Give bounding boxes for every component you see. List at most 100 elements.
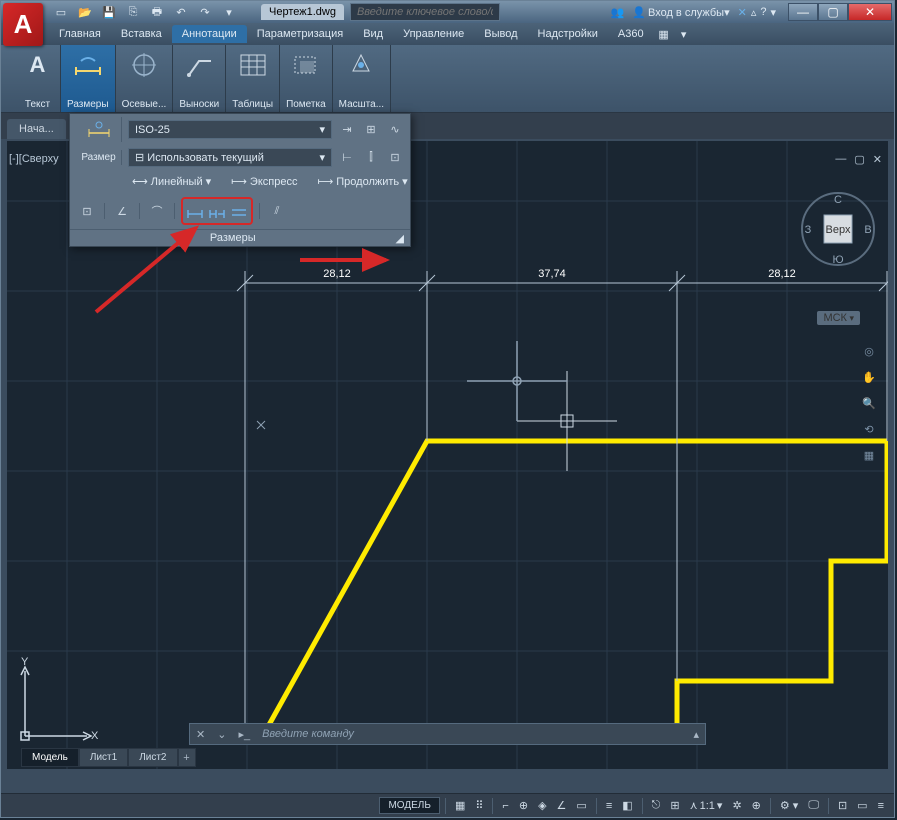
panel-label: Размер	[76, 150, 122, 165]
angle-tool[interactable]: ∠	[111, 200, 133, 222]
tab-a360[interactable]: A360	[608, 25, 654, 43]
ortho-toggle[interactable]: ⌐	[498, 798, 512, 814]
title-bar: ▭ 📂 💾 ⎘ 🖶 ↶ ↷ ▾ Чертеж1.dwg 👥 👤Вход в сл…	[1, 1, 894, 23]
ribbon-centerlines-panel[interactable]: Осевые...	[116, 45, 174, 112]
qat-redo-icon[interactable]: ↷	[193, 3, 217, 21]
search-input[interactable]	[350, 3, 500, 21]
highlighted-tool-group	[181, 197, 253, 225]
workspace-button[interactable]: ⚙ ▾	[776, 797, 802, 814]
viewcube[interactable]: Верх С Ю В З	[800, 191, 876, 267]
cmd-history-icon[interactable]: ▴	[687, 728, 705, 741]
qat-open-icon[interactable]: 📂	[73, 3, 97, 21]
svg-text:Верх: Верх	[826, 224, 851, 236]
ribbon-dimensions-panel[interactable]: Размеры	[61, 45, 116, 112]
tab-parametric[interactable]: Параметризация	[247, 25, 353, 43]
help-dropdown-icon[interactable]: ▾	[770, 6, 776, 19]
tab-expand-icon[interactable]: ▾	[674, 28, 694, 41]
annovis-toggle[interactable]: ✲	[728, 797, 745, 814]
chain-tool[interactable]	[206, 200, 228, 222]
oblique-tool[interactable]: ⫽	[266, 200, 288, 222]
tab-addins[interactable]: Надстройки	[528, 25, 608, 43]
cmd-input: Введите команду	[256, 728, 687, 740]
start-tab[interactable]: Нача...	[7, 119, 66, 139]
cleanscreen-toggle[interactable]: ▭	[853, 797, 871, 814]
infocenter-icon[interactable]: 👥	[611, 6, 625, 19]
dim-break-icon[interactable]: ⊢	[338, 150, 356, 166]
transparency-toggle[interactable]: ◧	[618, 797, 636, 814]
tab-annotate[interactable]: Аннотации	[172, 25, 247, 43]
tab-home[interactable]: Главная	[49, 25, 111, 43]
dim-layer-select[interactable]: ⊟ Использовать текущий▾	[128, 148, 332, 167]
iso-toggle[interactable]: ◈	[534, 797, 550, 814]
nav-showmotion-icon[interactable]: ▦	[859, 445, 879, 465]
maximize-button[interactable]: ▢	[818, 3, 848, 21]
ribbon-scale-panel[interactable]: Масшта...	[333, 45, 391, 112]
ordinate-tool[interactable]: ⊡	[76, 200, 98, 222]
qat-dropdown-icon[interactable]: ▾	[217, 3, 241, 21]
dim-style-select[interactable]: ISO-25▾	[128, 120, 332, 139]
dim-update-icon[interactable]: ⇥	[338, 122, 356, 138]
hardware-icon[interactable]: ⊡	[834, 797, 851, 814]
tab-view[interactable]: Вид	[353, 25, 393, 43]
dim-symbol[interactable]	[76, 117, 122, 142]
document-tab[interactable]: Чертеж1.dwg	[261, 4, 344, 20]
model-tab[interactable]: Модель	[21, 748, 79, 767]
cmd-close-icon[interactable]: ✕	[190, 728, 211, 741]
svg-text:С: С	[834, 194, 842, 206]
layout1-tab[interactable]: Лист1	[79, 748, 128, 767]
cmd-menu-icon[interactable]: ⌄	[211, 728, 232, 741]
qat-saveas-icon[interactable]: ⎘	[121, 3, 145, 21]
dim-toggle-icon[interactable]: ∿	[386, 122, 404, 138]
command-line[interactable]: ✕ ⌄ ▸_ Введите команду ▴	[189, 723, 706, 745]
express-dim-button[interactable]: ⟼ Экспресс	[227, 173, 301, 190]
tab-manage[interactable]: Управление	[393, 25, 474, 43]
arc-tool[interactable]: ⌒	[146, 200, 168, 222]
annoauto-toggle[interactable]: ⊕	[748, 797, 765, 814]
dim-override-icon[interactable]: ⊞	[362, 122, 380, 138]
polar-toggle[interactable]: ⊕	[515, 797, 532, 814]
ribbon-leaders-panel[interactable]: Выноски	[173, 45, 226, 112]
offset-tool[interactable]	[228, 200, 250, 222]
ribbon-markup-panel[interactable]: Пометка	[280, 45, 333, 112]
osnap-toggle[interactable]: ▭	[572, 797, 590, 814]
layout2-tab[interactable]: Лист2	[128, 748, 177, 767]
sc-icon[interactable]: ⎋	[648, 797, 665, 814]
continue-dim-button[interactable]: ⟼ Продолжить ▾	[313, 173, 411, 190]
qat-save-icon[interactable]: 💾	[97, 3, 121, 21]
help-icon[interactable]: ?	[760, 6, 766, 18]
favorites-icon[interactable]: ▵	[751, 6, 757, 19]
tab-featured-icon[interactable]: ▦	[654, 28, 674, 41]
qat-undo-icon[interactable]: ↶	[169, 3, 193, 21]
ribbon-text-panel[interactable]: A Текст	[15, 45, 61, 112]
app-menu-button[interactable]: A	[3, 3, 43, 46]
baseline-tool[interactable]	[184, 200, 206, 222]
nav-pan-icon[interactable]: ✋	[859, 367, 879, 387]
nav-wheel-icon[interactable]: ◎	[859, 341, 879, 361]
snap-toggle[interactable]: ⠿	[471, 797, 487, 814]
tab-insert[interactable]: Вставка	[111, 25, 172, 43]
cycling-toggle[interactable]: ⊞	[666, 797, 683, 814]
nav-zoom-icon[interactable]: 🔍	[859, 393, 879, 413]
exchange-icon[interactable]: ✕	[738, 6, 747, 19]
linear-dim-button[interactable]: ⟷ Линейный ▾	[128, 173, 215, 190]
close-button[interactable]: ✕	[848, 3, 892, 21]
dim-space-icon[interactable]: ⫿	[362, 150, 380, 166]
otrack-toggle[interactable]: ∠	[553, 797, 571, 814]
add-layout-button[interactable]: +	[178, 748, 196, 767]
mcs-badge[interactable]: МСК ▾	[817, 311, 860, 325]
lineweight-toggle[interactable]: ≡	[602, 798, 616, 814]
annoscale-button[interactable]: ⋏ 1:1 ▾	[686, 797, 727, 814]
monitor-icon[interactable]: 🖵	[804, 797, 823, 814]
nav-orbit-icon[interactable]: ⟲	[859, 419, 879, 439]
dim-value-2: 37,74	[538, 268, 566, 280]
customize-button[interactable]: ≡	[874, 798, 888, 814]
grid-toggle[interactable]: ▦	[451, 797, 469, 814]
minimize-button[interactable]: —	[788, 3, 818, 21]
qat-new-icon[interactable]: ▭	[49, 3, 73, 21]
model-space-toggle[interactable]: МОДЕЛЬ	[379, 797, 439, 814]
qat-print-icon[interactable]: 🖶	[145, 3, 169, 21]
sign-in-link[interactable]: 👤Вход в службы▾	[628, 6, 733, 19]
dim-inspect-icon[interactable]: ⊡	[386, 150, 404, 166]
ribbon-tables-panel[interactable]: Таблицы	[226, 45, 280, 112]
tab-output[interactable]: Вывод	[474, 25, 527, 43]
